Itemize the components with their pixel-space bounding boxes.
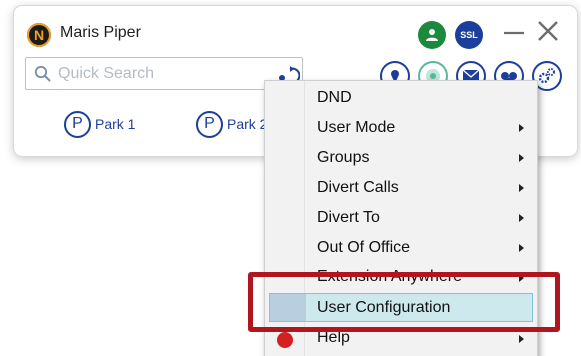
user-status-avatar[interactable] bbox=[418, 21, 446, 49]
help-icon bbox=[277, 332, 293, 348]
submenu-arrow-icon bbox=[519, 184, 524, 192]
menu-item-label: DND bbox=[317, 89, 352, 106]
submenu-arrow-icon bbox=[519, 214, 524, 222]
app-logo: N bbox=[27, 23, 51, 47]
park-icon: P bbox=[196, 110, 223, 138]
logo-letter: N bbox=[33, 27, 45, 43]
park-icon: P bbox=[64, 110, 91, 138]
annotation-highlight-box bbox=[248, 272, 560, 332]
submenu-arrow-icon bbox=[519, 154, 524, 162]
search-input[interactable] bbox=[58, 63, 248, 85]
park-slot-2[interactable]: P Park 2 bbox=[196, 109, 267, 139]
settings-icon bbox=[538, 68, 555, 84]
menu-item-user-mode[interactable]: User Mode bbox=[265, 113, 537, 143]
minimize-button[interactable] bbox=[502, 20, 526, 44]
close-icon bbox=[538, 21, 558, 41]
search-icon bbox=[34, 65, 51, 82]
menu-item-groups[interactable]: Groups bbox=[265, 143, 537, 173]
submenu-arrow-icon bbox=[519, 244, 524, 252]
submenu-arrow-icon bbox=[519, 124, 524, 132]
park-label: Park 2 bbox=[227, 116, 268, 132]
menu-item-label: Out Of Office bbox=[317, 239, 411, 256]
ssl-badge-label: SSL bbox=[460, 30, 478, 40]
submenu-arrow-icon bbox=[519, 335, 524, 343]
menu-item-label: Divert Calls bbox=[317, 179, 399, 196]
person-icon bbox=[426, 29, 438, 41]
menu-item-label: Groups bbox=[317, 149, 370, 166]
quick-search-box[interactable] bbox=[25, 57, 303, 90]
close-button[interactable] bbox=[535, 18, 561, 44]
menu-item-out-of-office[interactable]: Out Of Office bbox=[265, 233, 537, 263]
park-slot-1[interactable]: P Park 1 bbox=[64, 109, 135, 139]
menu-item-dnd[interactable]: DND bbox=[265, 83, 537, 113]
window-title: Maris Piper bbox=[60, 24, 141, 41]
park-label: Park 1 bbox=[95, 116, 136, 132]
menu-item-divert-to[interactable]: Divert To bbox=[265, 203, 537, 233]
minimize-icon bbox=[504, 31, 524, 35]
menu-item-label: Divert To bbox=[317, 209, 380, 226]
menu-item-label: User Mode bbox=[317, 119, 396, 136]
menu-item-divert-calls[interactable]: Divert Calls bbox=[265, 173, 537, 203]
ssl-badge[interactable]: SSL bbox=[455, 21, 483, 49]
